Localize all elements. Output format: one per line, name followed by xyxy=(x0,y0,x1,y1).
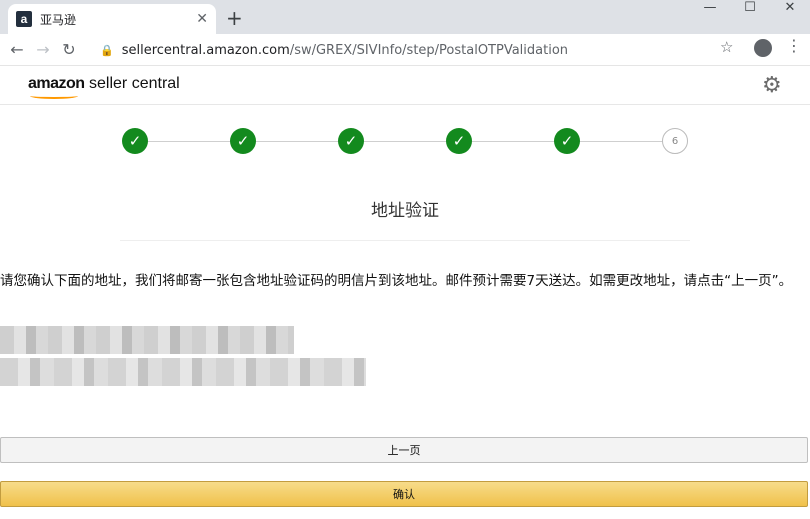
url-path: /sw/GREX/SIVInfo/step/PostalOTPValidatio… xyxy=(289,42,569,58)
browser-menu-icon[interactable]: ⋮ xyxy=(786,36,802,55)
instruction-text: 请您确认下面的地址，我们将邮寄一张包含地址验证码的明信片到该地址。邮件预计需要7… xyxy=(0,273,793,289)
lock-icon: 🔒 xyxy=(100,43,114,57)
logo-amazon-text: amazon xyxy=(28,75,85,92)
redacted-address xyxy=(0,326,370,388)
logo-smile-icon xyxy=(30,93,78,99)
stepper-line xyxy=(136,141,676,142)
step-2-check-icon: ✓ xyxy=(230,128,256,154)
confirm-button[interactable]: 确认 xyxy=(0,481,808,507)
browser-tab-bar: a 亚马逊 ✕ + — ☐ ✕ xyxy=(0,0,810,34)
amazon-seller-central-logo[interactable]: amazon seller central xyxy=(28,75,180,93)
previous-page-button[interactable]: 上一页 xyxy=(0,437,808,463)
gear-icon[interactable]: ⚙ xyxy=(762,73,782,98)
reload-icon[interactable]: ↻ xyxy=(56,40,82,59)
redacted-address-line xyxy=(0,358,366,386)
bookmark-star-icon[interactable]: ☆ xyxy=(720,38,733,56)
heading-divider xyxy=(120,240,690,241)
seller-central-header: amazon seller central xyxy=(0,67,810,105)
url-host: sellercentral.amazon.com xyxy=(121,42,290,58)
page-title: 地址验证 xyxy=(371,201,439,221)
step-1-check-icon: ✓ xyxy=(122,128,148,154)
browser-tab[interactable]: a 亚马逊 ✕ xyxy=(8,4,216,34)
back-icon[interactable]: ← xyxy=(4,40,30,59)
step-3-check-icon: ✓ xyxy=(338,128,364,154)
amazon-favicon-icon: a xyxy=(16,11,32,27)
maximize-icon[interactable]: ☐ xyxy=(730,0,770,20)
tab-close-icon[interactable]: ✕ xyxy=(196,11,208,27)
profile-avatar-icon[interactable] xyxy=(754,39,772,57)
logo-seller-central-text: seller central xyxy=(84,75,180,92)
browser-toolbar: ← → ↻ 🔒 sellercentral.amazon.com/sw/GREX… xyxy=(0,34,810,66)
step-5-check-icon: ✓ xyxy=(554,128,580,154)
redacted-address-line xyxy=(0,326,294,354)
address-bar[interactable]: 🔒 sellercentral.amazon.com/sw/GREX/SIVIn… xyxy=(100,38,750,62)
new-tab-icon[interactable]: + xyxy=(226,6,243,30)
progress-stepper: ✓ ✓ ✓ ✓ ✓ 6 xyxy=(122,128,688,156)
url-text: sellercentral.amazon.com/sw/GREX/SIVInfo… xyxy=(122,43,568,58)
minimize-icon[interactable]: — xyxy=(690,0,730,20)
step-6-pending: 6 xyxy=(662,128,688,154)
step-4-check-icon: ✓ xyxy=(446,128,472,154)
forward-icon[interactable]: → xyxy=(30,40,56,59)
tab-title: 亚马逊 xyxy=(40,12,77,27)
window-controls: — ☐ ✕ xyxy=(690,0,810,20)
window-close-icon[interactable]: ✕ xyxy=(770,0,810,20)
